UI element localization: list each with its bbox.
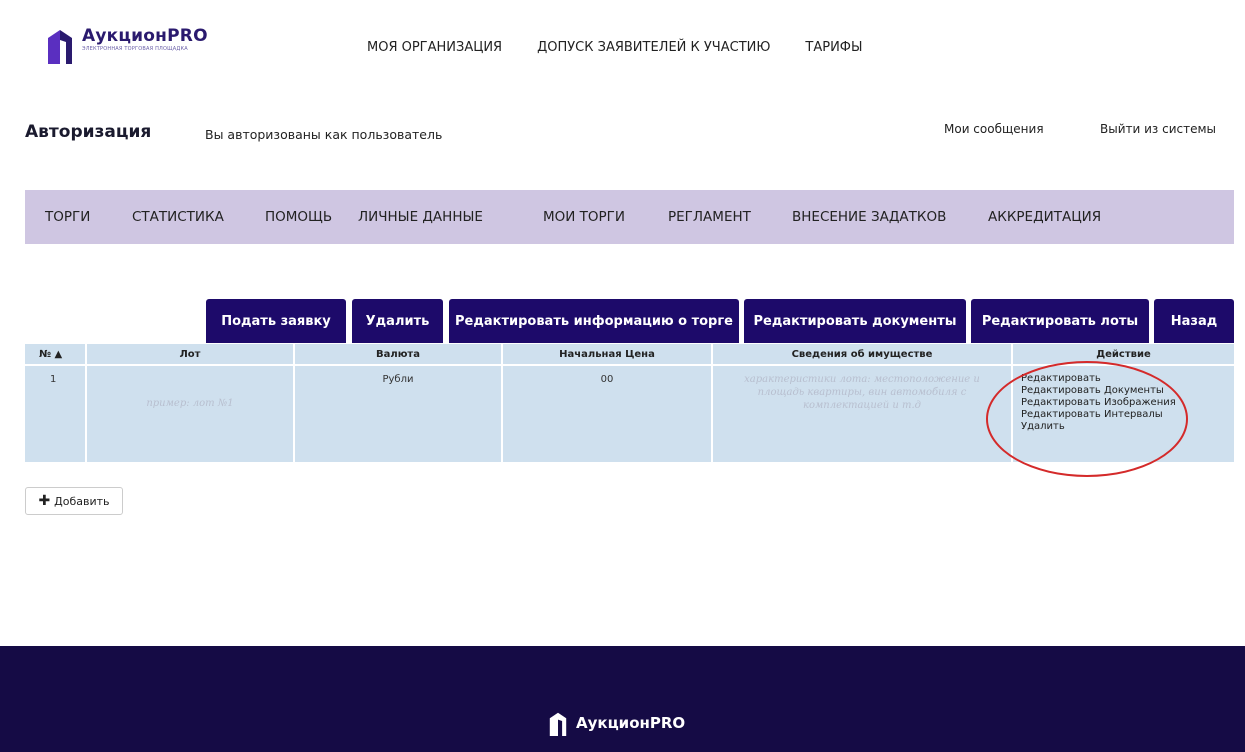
footer: АукционPRO — [0, 646, 1245, 752]
menu-item-regulations[interactable]: РЕГЛАМЕНТ — [668, 209, 751, 225]
action-edit-documents-link[interactable]: Редактировать Документы — [1021, 385, 1234, 397]
nav-applicant-admission[interactable]: ДОПУСК ЗАЯВИТЕЛЕЙ К УЧАСТИЮ — [537, 40, 770, 55]
logo-subtitle: ЭЛЕКТРОННАЯ ТОРГОВАЯ ПЛОЩАДКА — [82, 46, 188, 52]
column-number-sort[interactable]: № ▲ — [25, 344, 87, 366]
site-logo[interactable]: АукционPRO ЭЛЕКТРОННАЯ ТОРГОВАЯ ПЛОЩАДКА — [46, 26, 208, 64]
auth-status-text: Вы авторизованы как пользователь — [205, 127, 443, 142]
back-button[interactable]: Назад — [1154, 299, 1234, 343]
menu-item-my-torgi[interactable]: МОИ ТОРГИ — [543, 209, 625, 225]
cell-price[interactable]: 00 — [503, 366, 713, 462]
menu-item-deposits[interactable]: ВНЕСЕНИЕ ЗАДАТКОВ — [792, 209, 946, 225]
column-property-info: Сведения об имуществе — [713, 344, 1013, 366]
footer-logo[interactable]: АукционPRO — [548, 710, 685, 736]
menu-item-help[interactable]: ПОМОЩЬ — [265, 209, 332, 225]
property-placeholder: характеристики лота: местоположение и пл… — [744, 374, 980, 411]
logo-title: АукционPRO — [82, 26, 208, 46]
action-delete-link[interactable]: Удалить — [1021, 421, 1234, 433]
menu-item-accreditation[interactable]: АККРЕДИТАЦИЯ — [988, 209, 1101, 225]
nav-tariffs[interactable]: ТАРИФЫ — [805, 40, 862, 55]
cell-number: 1 — [25, 366, 87, 462]
edit-lots-button[interactable]: Редактировать лоты — [971, 299, 1149, 343]
building-logo-icon — [549, 712, 567, 736]
menu-item-personal-data[interactable]: ЛИЧНЫЕ ДАННЫЕ — [358, 209, 483, 225]
column-lot: Лот — [87, 344, 295, 366]
edit-documents-button[interactable]: Редактировать документы — [744, 299, 966, 343]
nav-my-organization[interactable]: МОЯ ОРГАНИЗАЦИЯ — [367, 40, 502, 55]
top-nav: МОЯ ОРГАНИЗАЦИЯ ДОПУСК ЗАЯВИТЕЛЕЙ К УЧАС… — [367, 40, 897, 55]
edit-info-button[interactable]: Редактировать информацию о торге — [449, 299, 739, 343]
menu-item-statistics[interactable]: СТАТИСТИКА — [132, 209, 224, 225]
add-button-label: Добавить — [54, 494, 110, 508]
footer-logo-title: АукционPRO — [576, 714, 686, 732]
my-messages-link[interactable]: Мои сообщения — [944, 122, 1044, 136]
action-edit-link[interactable]: Редактировать — [1021, 373, 1234, 385]
column-start-price: Начальная Цена — [503, 344, 713, 366]
lots-table: № ▲ Лот Валюта Начальная Цена Сведения о… — [25, 344, 1234, 462]
column-currency: Валюта — [295, 344, 503, 366]
page-title: Авторизация — [25, 122, 152, 142]
cell-property[interactable]: характеристики лота: местоположение и пл… — [713, 366, 1013, 462]
add-lot-button[interactable]: ✚ Добавить — [25, 487, 123, 515]
cell-currency[interactable]: Рубли — [295, 366, 503, 462]
logout-link[interactable]: Выйти из системы — [1100, 122, 1216, 136]
cell-actions: Редактировать Редактировать Документы Ре… — [1013, 366, 1234, 462]
apply-button[interactable]: Подать заявку — [206, 299, 346, 343]
plus-icon: ✚ — [38, 493, 51, 509]
lot-placeholder: пример: лот №1 — [146, 398, 234, 409]
action-edit-images-link[interactable]: Редактировать Изображения — [1021, 397, 1234, 409]
action-edit-intervals-link[interactable]: Редактировать Интервалы — [1021, 409, 1234, 421]
table-row: 1 пример: лот №1 Рубли 00 характеристики… — [25, 366, 1234, 462]
building-logo-icon — [48, 30, 72, 64]
cell-lot[interactable]: пример: лот №1 — [87, 366, 295, 462]
column-action: Действие — [1013, 344, 1234, 366]
menu-item-torgi[interactable]: ТОРГИ — [45, 209, 90, 225]
main-menu: ТОРГИ СТАТИСТИКА ПОМОЩЬ ЛИЧНЫЕ ДАННЫЕ МО… — [25, 190, 1234, 244]
delete-button[interactable]: Удалить — [352, 299, 443, 343]
table-header-row: № ▲ Лот Валюта Начальная Цена Сведения о… — [25, 344, 1234, 366]
